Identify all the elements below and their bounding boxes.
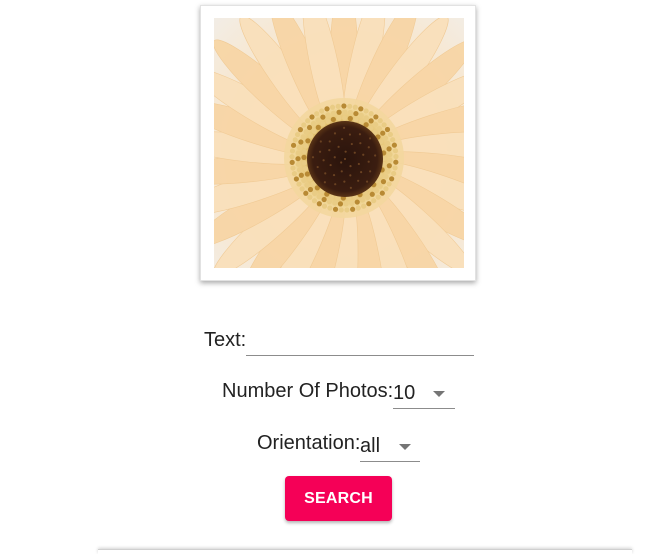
results-panel-edge — [98, 549, 632, 554]
number-of-photos-label: Number Of Photos: — [222, 380, 394, 402]
photo-card — [200, 5, 476, 281]
number-of-photos-select[interactable]: 10 — [393, 379, 455, 409]
orientation-value: all — [360, 435, 381, 457]
orientation-select[interactable]: all — [360, 432, 420, 462]
chevron-down-icon — [399, 444, 411, 450]
chevron-down-icon — [433, 391, 445, 397]
flower-photo — [214, 18, 464, 268]
orientation-label: Orientation: — [257, 432, 361, 454]
number-of-photos-value: 10 — [393, 382, 416, 404]
text-input[interactable] — [246, 326, 474, 356]
search-button[interactable]: SEARCH — [285, 476, 392, 521]
text-label: Text: — [204, 329, 247, 351]
